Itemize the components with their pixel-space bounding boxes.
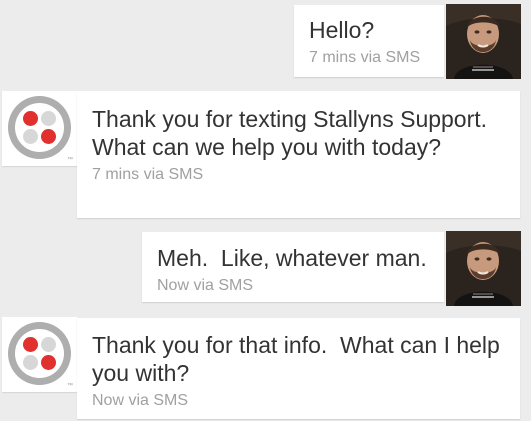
trademark-mark: ™ — [67, 383, 73, 389]
support-avatar: ™ — [2, 317, 77, 392]
message-outgoing: Meh. Like, whatever man. Now via SMS — [0, 225, 531, 306]
message-timestamp: Now via SMS — [157, 277, 254, 294]
message-text: Thank you for texting Stallyns Support. … — [92, 106, 494, 160]
message-timestamp: 7 mins via SMS — [92, 166, 204, 183]
message-timestamp: 7 mins via SMS — [309, 49, 421, 66]
message-bubble: Thank you for that info. What can I help… — [77, 318, 520, 419]
message-timestamp: Now via SMS — [92, 392, 189, 409]
message-thread: Hello? 7 mins via SMS ™ Thank you for te… — [0, 0, 531, 421]
user-photo-icon — [446, 231, 521, 306]
message-text: Meh. Like, whatever man. — [157, 245, 427, 271]
message-outgoing: Hello? 7 mins via SMS — [0, 0, 531, 80]
message-bubble: Hello? 7 mins via SMS — [294, 5, 444, 77]
message-bubble: Thank you for texting Stallyns Support. … — [77, 91, 520, 218]
stallyns-logo-icon — [8, 322, 71, 385]
trademark-mark: ™ — [67, 157, 73, 163]
user-avatar — [446, 4, 521, 79]
message-text: Thank you for that info. What can I help… — [92, 332, 507, 386]
message-bubble: Meh. Like, whatever man. Now via SMS — [142, 232, 444, 302]
message-text: Hello? — [309, 17, 375, 43]
message-incoming: ™ Thank you for that info. What can I he… — [0, 313, 531, 421]
message-incoming: ™ Thank you for texting Stallyns Support… — [0, 86, 531, 222]
user-photo-icon — [446, 4, 521, 79]
support-avatar: ™ — [2, 91, 77, 166]
stallyns-logo-icon — [8, 96, 71, 159]
user-avatar — [446, 231, 521, 306]
